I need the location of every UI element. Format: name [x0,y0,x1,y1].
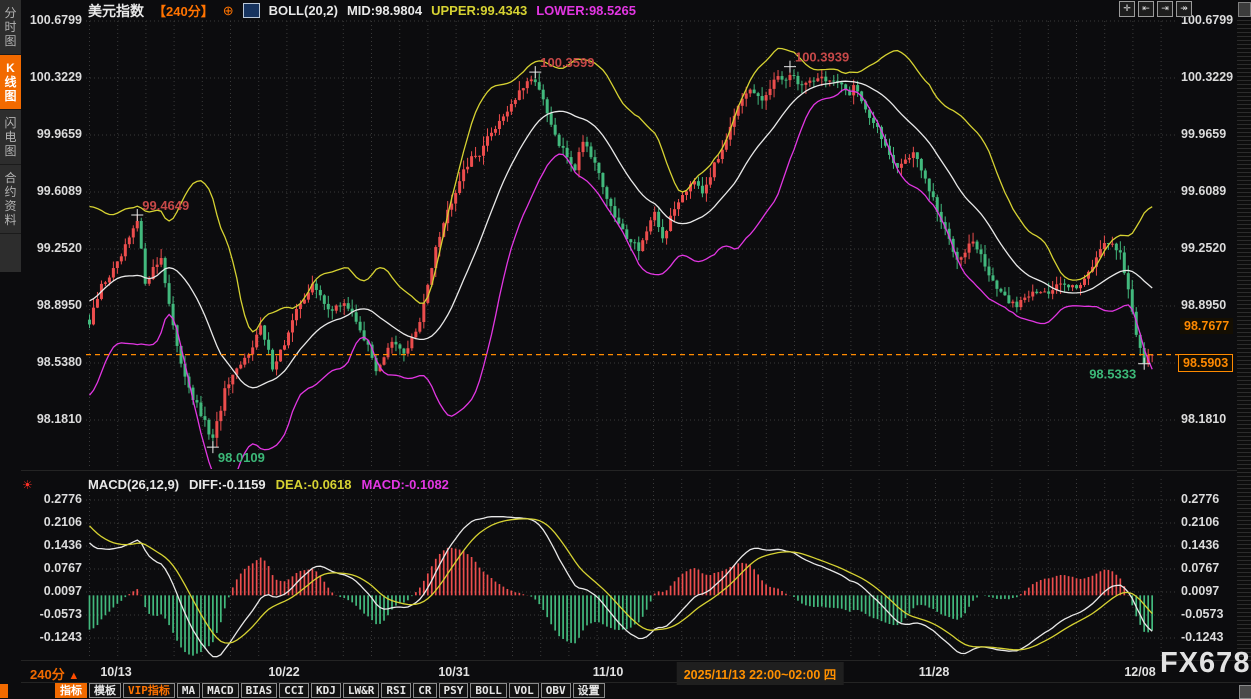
y-axis-label: 0.0767 [1181,561,1239,575]
crosshair-icon[interactable]: ✛ [1119,1,1135,17]
y-axis-label: 0.2106 [24,515,82,529]
x-axis-date: 11/28 [919,665,950,679]
chart-toolbar-icons: ✛ ⇤ ⇥ ↠ [1119,1,1192,17]
tool-lwr[interactable]: LW&R [343,683,380,698]
tool-vol[interactable]: VOL [509,683,539,698]
tool-template[interactable]: 模板 [89,683,121,698]
period-text: 240分 [30,667,65,682]
y-axis-label: 0.1436 [1181,538,1239,552]
y-axis-label: 0.0767 [24,561,82,575]
y-axis-label: 0.1436 [24,538,82,552]
y-axis-label: -0.0573 [1181,607,1239,621]
macd-hist-value: MACD:-0.1082 [362,477,449,492]
y-axis-label: 0.0097 [24,584,82,598]
y-axis-label: 98.1810 [1181,412,1239,426]
pane-resize-divider[interactable] [21,470,1251,471]
y-axis-label: 0.2776 [24,492,82,506]
x-axis-date: 10/13 [100,665,131,679]
macd-indicator-label: MACD(26,12,9) [88,477,179,492]
price-extreme-annotation: 100.3599 [540,55,594,70]
x-axis-row: 240分 ▲ 10/13 10/22 10/31 11/10 2025/11/1… [0,661,1251,682]
x-axis-date: 11/10 [593,665,624,679]
crosshair-datetime-label: 2025/11/13 22:00~02:00 四 [677,662,844,685]
expand-horizontal-icon[interactable]: ⇥ [1157,1,1173,17]
macd-header: MACD(26,12,9) DIFF:-0.1159 DEA:-0.0618 M… [88,477,449,492]
y-axis-label: 98.8950 [1181,298,1239,312]
symbol-name: 美元指数 [88,1,144,21]
tool-bias[interactable]: BIAS [241,683,278,698]
boll-lower-value: LOWER:98.5265 [536,3,636,18]
y-axis-label: 99.2520 [1181,241,1239,255]
y-axis-label: 100.6799 [24,13,82,27]
sidebar-item-kline-chart[interactable]: K线图 [0,55,21,110]
macd-diff-value: DIFF:-0.1159 [189,477,266,492]
pan-right-icon[interactable]: ↠ [1176,1,1192,17]
tool-obv[interactable]: OBV [541,683,571,698]
fx678-watermark: FX678 [1160,647,1250,680]
tool-vip-indicator[interactable]: VIP指标 [123,683,175,698]
y-axis-label: 100.3229 [24,70,82,84]
scrollbar-top-button[interactable] [1238,2,1251,17]
bottom-indicator-toolbar: 指标 模板 VIP指标 MA MACD BIAS CCI KDJ LW&R RS… [55,683,605,698]
add-indicator-icon[interactable]: ⊕ [223,3,234,19]
x-axis-date: 12/08 [1124,665,1155,679]
toolbar-left-stub[interactable] [0,684,8,698]
tool-boll[interactable]: BOLL [470,683,507,698]
tool-ma[interactable]: MA [177,683,200,698]
macd-dea-value: DEA:-0.0618 [276,477,352,492]
period-up-triangle-icon: ▲ [68,670,79,682]
kline-style-icon[interactable] [243,3,260,18]
sidebar-item-contract-info[interactable]: 合约资料 [0,165,21,234]
tool-rsi[interactable]: RSI [381,683,411,698]
y-axis-label: -0.1243 [24,630,82,644]
right-scrollbar[interactable] [1237,20,1251,662]
price-extreme-annotation: 99.4649 [142,198,189,213]
macd-flag-icon[interactable]: ☀ [22,478,33,492]
sidebar-item-lightning-chart[interactable]: 闪电图 [0,110,21,165]
y-axis-label: 99.9659 [1181,127,1239,141]
y-axis-label: 0.2106 [1181,515,1239,529]
chart-header: 美元指数 【240分】 ⊕ BOLL(20,2) MID:98.9804 UPP… [88,2,636,19]
y-axis-label: 98.8950 [24,298,82,312]
y-axis-label: -0.0573 [24,607,82,621]
last-price-badge: 98.5903 [1178,354,1233,372]
x-axis-date: 10/22 [268,665,299,679]
y-axis-label: 98.1810 [24,412,82,426]
boll-upper-value: UPPER:99.4343 [431,3,527,18]
y-axis-label: 99.6089 [24,184,82,198]
tool-macd[interactable]: MACD [202,683,239,698]
y-axis-label: -0.1243 [1181,630,1239,644]
y-axis-label: 0.0097 [1181,584,1239,598]
compress-horizontal-icon[interactable]: ⇤ [1138,1,1154,17]
reference-price-badge: 98.7677 [1180,318,1233,334]
x-axis-date: 10/31 [438,665,469,679]
y-axis-label: 100.3229 [1181,70,1239,84]
y-axis-label: 99.6089 [1181,184,1239,198]
tool-cr[interactable]: CR [413,683,436,698]
y-axis-label: 98.5380 [24,355,82,369]
kline-chart-app: { "app": {"watermark": "FX678"}, "sideba… [0,0,1251,699]
scrollbar-bottom-button[interactable] [1239,685,1251,699]
tool-indicator[interactable]: 指标 [55,683,87,698]
period-label[interactable]: 【240分】 [153,1,214,20]
boll-indicator-label: BOLL(20,2) [269,3,338,18]
y-axis-label: 99.2520 [24,241,82,255]
y-axis-label: 0.2776 [1181,492,1239,506]
tool-kdj[interactable]: KDJ [311,683,341,698]
price-extreme-annotation: 98.0109 [218,450,265,465]
period-selector[interactable]: 240分 ▲ [30,664,79,683]
sidebar-item-time-chart[interactable]: 分时图 [0,0,21,55]
tool-cci[interactable]: CCI [279,683,309,698]
left-sidebar: 分时图 K线图 闪电图 合约资料 [0,0,21,272]
price-extreme-annotation: 100.3939 [795,50,849,65]
boll-mid-value: MID:98.9804 [347,3,422,18]
price-chart-canvas[interactable]: 99.4649 98.0109 100.3599 100.3939 98.5333 [0,0,1251,699]
tool-psy[interactable]: PSY [439,683,469,698]
y-axis-label: 99.9659 [24,127,82,141]
tool-settings[interactable]: 设置 [573,683,605,698]
price-extreme-annotation: 98.5333 [1089,367,1136,382]
